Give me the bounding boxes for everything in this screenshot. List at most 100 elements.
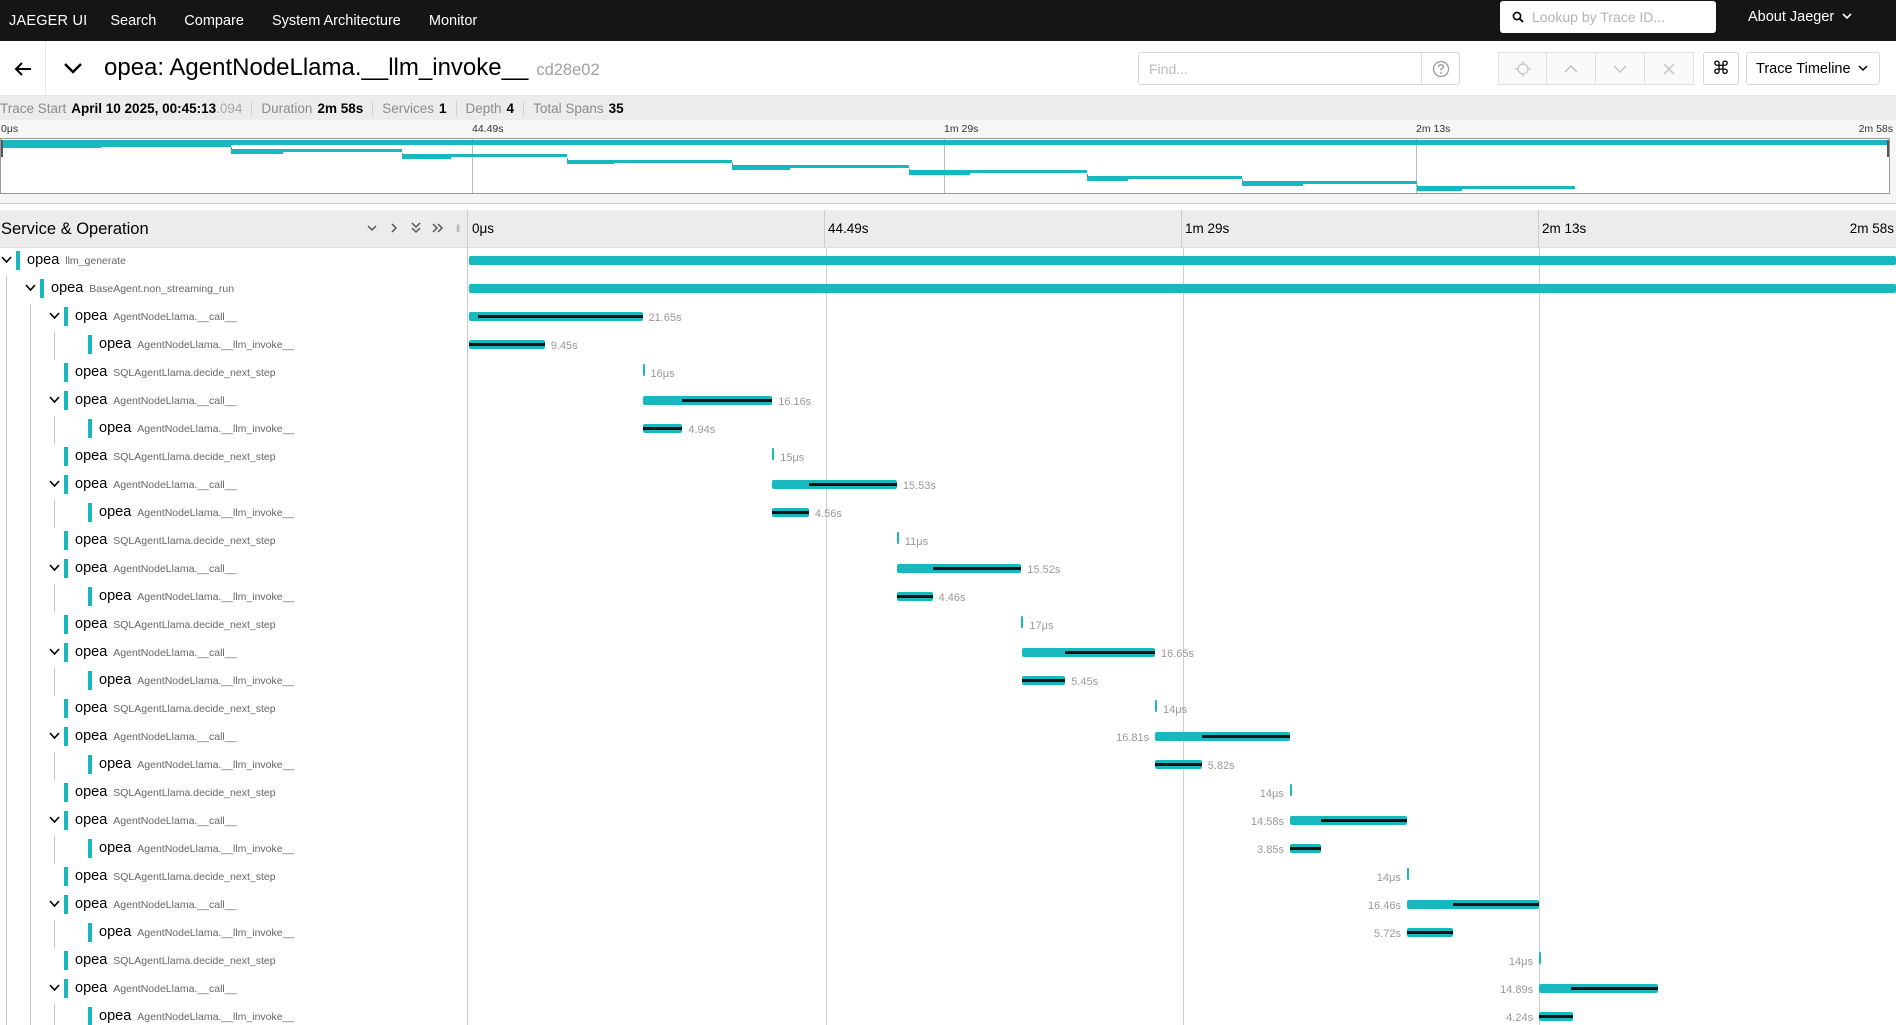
span-row[interactable]: opea AgentNodeLlama.__llm_invoke__ 5.82s bbox=[0, 752, 1896, 780]
span-bar[interactable] bbox=[469, 284, 1896, 293]
span-label[interactable]: opea AgentNodeLlama.__llm_invoke__ bbox=[99, 1008, 294, 1024]
span-timeline-cell[interactable]: 17μs bbox=[469, 612, 1896, 640]
trace-id-lookup-input[interactable]: Lookup by Trace ID... bbox=[1500, 1, 1716, 33]
span-name-cell[interactable]: opea AgentNodeLlama.__call__ bbox=[0, 556, 468, 584]
span-bar[interactable] bbox=[1021, 648, 1155, 657]
keyboard-shortcuts-button[interactable]: ⌘ bbox=[1703, 52, 1739, 85]
expand-one-icon[interactable] bbox=[387, 221, 401, 235]
span-bar[interactable] bbox=[642, 396, 773, 405]
clear-search-button[interactable] bbox=[1645, 52, 1694, 85]
span-toggle[interactable] bbox=[0, 254, 12, 266]
back-button[interactable] bbox=[0, 41, 46, 96]
span-toggle[interactable] bbox=[24, 282, 36, 294]
span-timeline-cell[interactable]: 16.81s bbox=[469, 724, 1896, 752]
span-timeline-cell[interactable]: 3.85s bbox=[469, 836, 1896, 864]
span-bar[interactable] bbox=[1021, 676, 1066, 685]
span-bar[interactable] bbox=[642, 424, 683, 433]
span-label[interactable]: opea SQLAgentLlama.decide_next_step bbox=[75, 868, 276, 884]
span-row[interactable]: opea AgentNodeLlama.__call__ 14.58s bbox=[0, 808, 1896, 836]
focus-button[interactable] bbox=[1498, 52, 1547, 85]
span-row[interactable]: opea AgentNodeLlama.__llm_invoke__ 9.45s bbox=[0, 332, 1896, 360]
span-label[interactable]: opea AgentNodeLlama.__llm_invoke__ bbox=[99, 336, 294, 352]
span-label[interactable]: opea AgentNodeLlama.__llm_invoke__ bbox=[99, 420, 294, 436]
span-toggle[interactable] bbox=[48, 646, 60, 658]
span-bar[interactable] bbox=[1289, 844, 1321, 853]
span-label[interactable]: opea SQLAgentLlama.decide_next_step bbox=[75, 532, 276, 548]
next-result-button[interactable] bbox=[1596, 52, 1645, 85]
span-bar[interactable] bbox=[772, 480, 897, 489]
span-bar[interactable] bbox=[896, 564, 1022, 573]
span-name-cell[interactable]: opea AgentNodeLlama.__llm_invoke__ bbox=[0, 332, 468, 360]
span-row[interactable]: opea AgentNodeLlama.__call__ 21.65s bbox=[0, 304, 1896, 332]
span-name-cell[interactable]: opea AgentNodeLlama.__call__ bbox=[0, 472, 468, 500]
span-row[interactable]: opea AgentNodeLlama.__llm_invoke__ 4.94s bbox=[0, 416, 1896, 444]
span-name-cell[interactable]: opea SQLAgentLlama.decide_next_step bbox=[0, 780, 468, 808]
span-bar[interactable] bbox=[1406, 868, 1409, 880]
span-row[interactable]: opea AgentNodeLlama.__llm_invoke__ 4.46s bbox=[0, 584, 1896, 612]
nav-system-architecture[interactable]: System Architecture bbox=[258, 13, 415, 29]
nav-search[interactable]: Search bbox=[96, 13, 170, 29]
span-timeline-cell[interactable]: 14μs bbox=[469, 864, 1896, 892]
span-bar[interactable] bbox=[896, 532, 899, 544]
span-timeline-cell[interactable]: 4.94s bbox=[469, 416, 1896, 444]
span-label[interactable]: opea AgentNodeLlama.__llm_invoke__ bbox=[99, 672, 294, 688]
span-bar[interactable] bbox=[772, 508, 809, 517]
span-timeline-cell[interactable]: 21.65s bbox=[469, 304, 1896, 332]
help-button[interactable] bbox=[1421, 53, 1459, 84]
span-timeline-cell[interactable]: 16.16s bbox=[469, 388, 1896, 416]
span-name-cell[interactable]: opea AgentNodeLlama.__call__ bbox=[0, 808, 468, 836]
span-row[interactable]: opea SQLAgentLlama.decide_next_step 14μs bbox=[0, 948, 1896, 976]
span-timeline-cell[interactable]: 16.46s bbox=[469, 892, 1896, 920]
span-label[interactable]: opea AgentNodeLlama.__call__ bbox=[75, 728, 236, 744]
span-label[interactable]: opea AgentNodeLlama.__call__ bbox=[75, 476, 236, 492]
minimap-handle-left[interactable] bbox=[1, 140, 3, 157]
span-name-cell[interactable]: opea AgentNodeLlama.__call__ bbox=[0, 388, 468, 416]
span-label[interactable]: opea AgentNodeLlama.__llm_invoke__ bbox=[99, 756, 294, 772]
span-timeline-cell[interactable]: 14μs bbox=[469, 948, 1896, 976]
span-bar[interactable] bbox=[1539, 984, 1659, 993]
span-label[interactable]: opea SQLAgentLlama.decide_next_step bbox=[75, 952, 276, 968]
minimap-canvas[interactable] bbox=[0, 138, 1890, 194]
span-bar[interactable] bbox=[772, 448, 775, 460]
span-name-cell[interactable]: opea SQLAgentLlama.decide_next_step bbox=[0, 360, 468, 388]
span-name-cell[interactable]: opea SQLAgentLlama.decide_next_step bbox=[0, 612, 468, 640]
span-name-cell[interactable]: opea AgentNodeLlama.__llm_invoke__ bbox=[0, 668, 468, 696]
span-label[interactable]: opea AgentNodeLlama.__call__ bbox=[75, 644, 236, 660]
span-label[interactable]: opea AgentNodeLlama.__call__ bbox=[75, 896, 236, 912]
span-row[interactable]: opea AgentNodeLlama.__llm_invoke__ 5.72s bbox=[0, 920, 1896, 948]
span-timeline-cell[interactable]: 4.46s bbox=[469, 584, 1896, 612]
span-toggle[interactable] bbox=[48, 898, 60, 910]
find-placeholder[interactable]: Find... bbox=[1139, 53, 1421, 84]
span-label[interactable]: opea SQLAgentLlama.decide_next_step bbox=[75, 364, 276, 380]
span-label[interactable]: opea AgentNodeLlama.__llm_invoke__ bbox=[99, 588, 294, 604]
span-bar[interactable] bbox=[896, 592, 933, 601]
span-toggle[interactable] bbox=[48, 730, 60, 742]
span-bar[interactable] bbox=[469, 256, 1896, 265]
span-timeline-cell[interactable] bbox=[469, 276, 1896, 304]
minimap-handle-right[interactable] bbox=[1887, 140, 1889, 157]
span-label[interactable]: opea AgentNodeLlama.__call__ bbox=[75, 980, 236, 996]
span-label[interactable]: opea AgentNodeLlama.__call__ bbox=[75, 392, 236, 408]
span-toggle[interactable] bbox=[48, 478, 60, 490]
span-row[interactable]: opea SQLAgentLlama.decide_next_step 14μs bbox=[0, 696, 1896, 724]
span-row[interactable]: opea SQLAgentLlama.decide_next_step 16μs bbox=[0, 360, 1896, 388]
collapse-one-icon[interactable] bbox=[365, 221, 379, 235]
span-row[interactable]: opea AgentNodeLlama.__call__ 15.52s bbox=[0, 556, 1896, 584]
span-timeline-cell[interactable]: 14μs bbox=[469, 696, 1896, 724]
span-row[interactable]: opea SQLAgentLlama.decide_next_step 15μs bbox=[0, 444, 1896, 472]
span-label[interactable]: opea SQLAgentLlama.decide_next_step bbox=[75, 700, 276, 716]
span-bar[interactable] bbox=[469, 340, 545, 349]
find-input[interactable]: Find... bbox=[1138, 52, 1460, 85]
span-label[interactable]: opea AgentNodeLlama.__llm_invoke__ bbox=[99, 924, 294, 940]
span-label[interactable]: opea SQLAgentLlama.decide_next_step bbox=[75, 616, 276, 632]
span-timeline-cell[interactable]: 15.52s bbox=[469, 556, 1896, 584]
span-row[interactable]: opea AgentNodeLlama.__llm_invoke__ 5.45s bbox=[0, 668, 1896, 696]
span-row[interactable]: opea SQLAgentLlama.decide_next_step 14μs bbox=[0, 864, 1896, 892]
span-timeline-cell[interactable]: 11μs bbox=[469, 528, 1896, 556]
span-label[interactable]: opea llm_generate bbox=[27, 252, 126, 268]
span-timeline-cell[interactable]: 5.82s bbox=[469, 752, 1896, 780]
span-name-cell[interactable]: opea AgentNodeLlama.__llm_invoke__ bbox=[0, 836, 468, 864]
span-name-cell[interactable]: opea BaseAgent.non_streaming_run bbox=[0, 276, 468, 304]
span-name-cell[interactable]: opea AgentNodeLlama.__llm_invoke__ bbox=[0, 752, 468, 780]
span-timeline-cell[interactable]: 4.56s bbox=[469, 500, 1896, 528]
